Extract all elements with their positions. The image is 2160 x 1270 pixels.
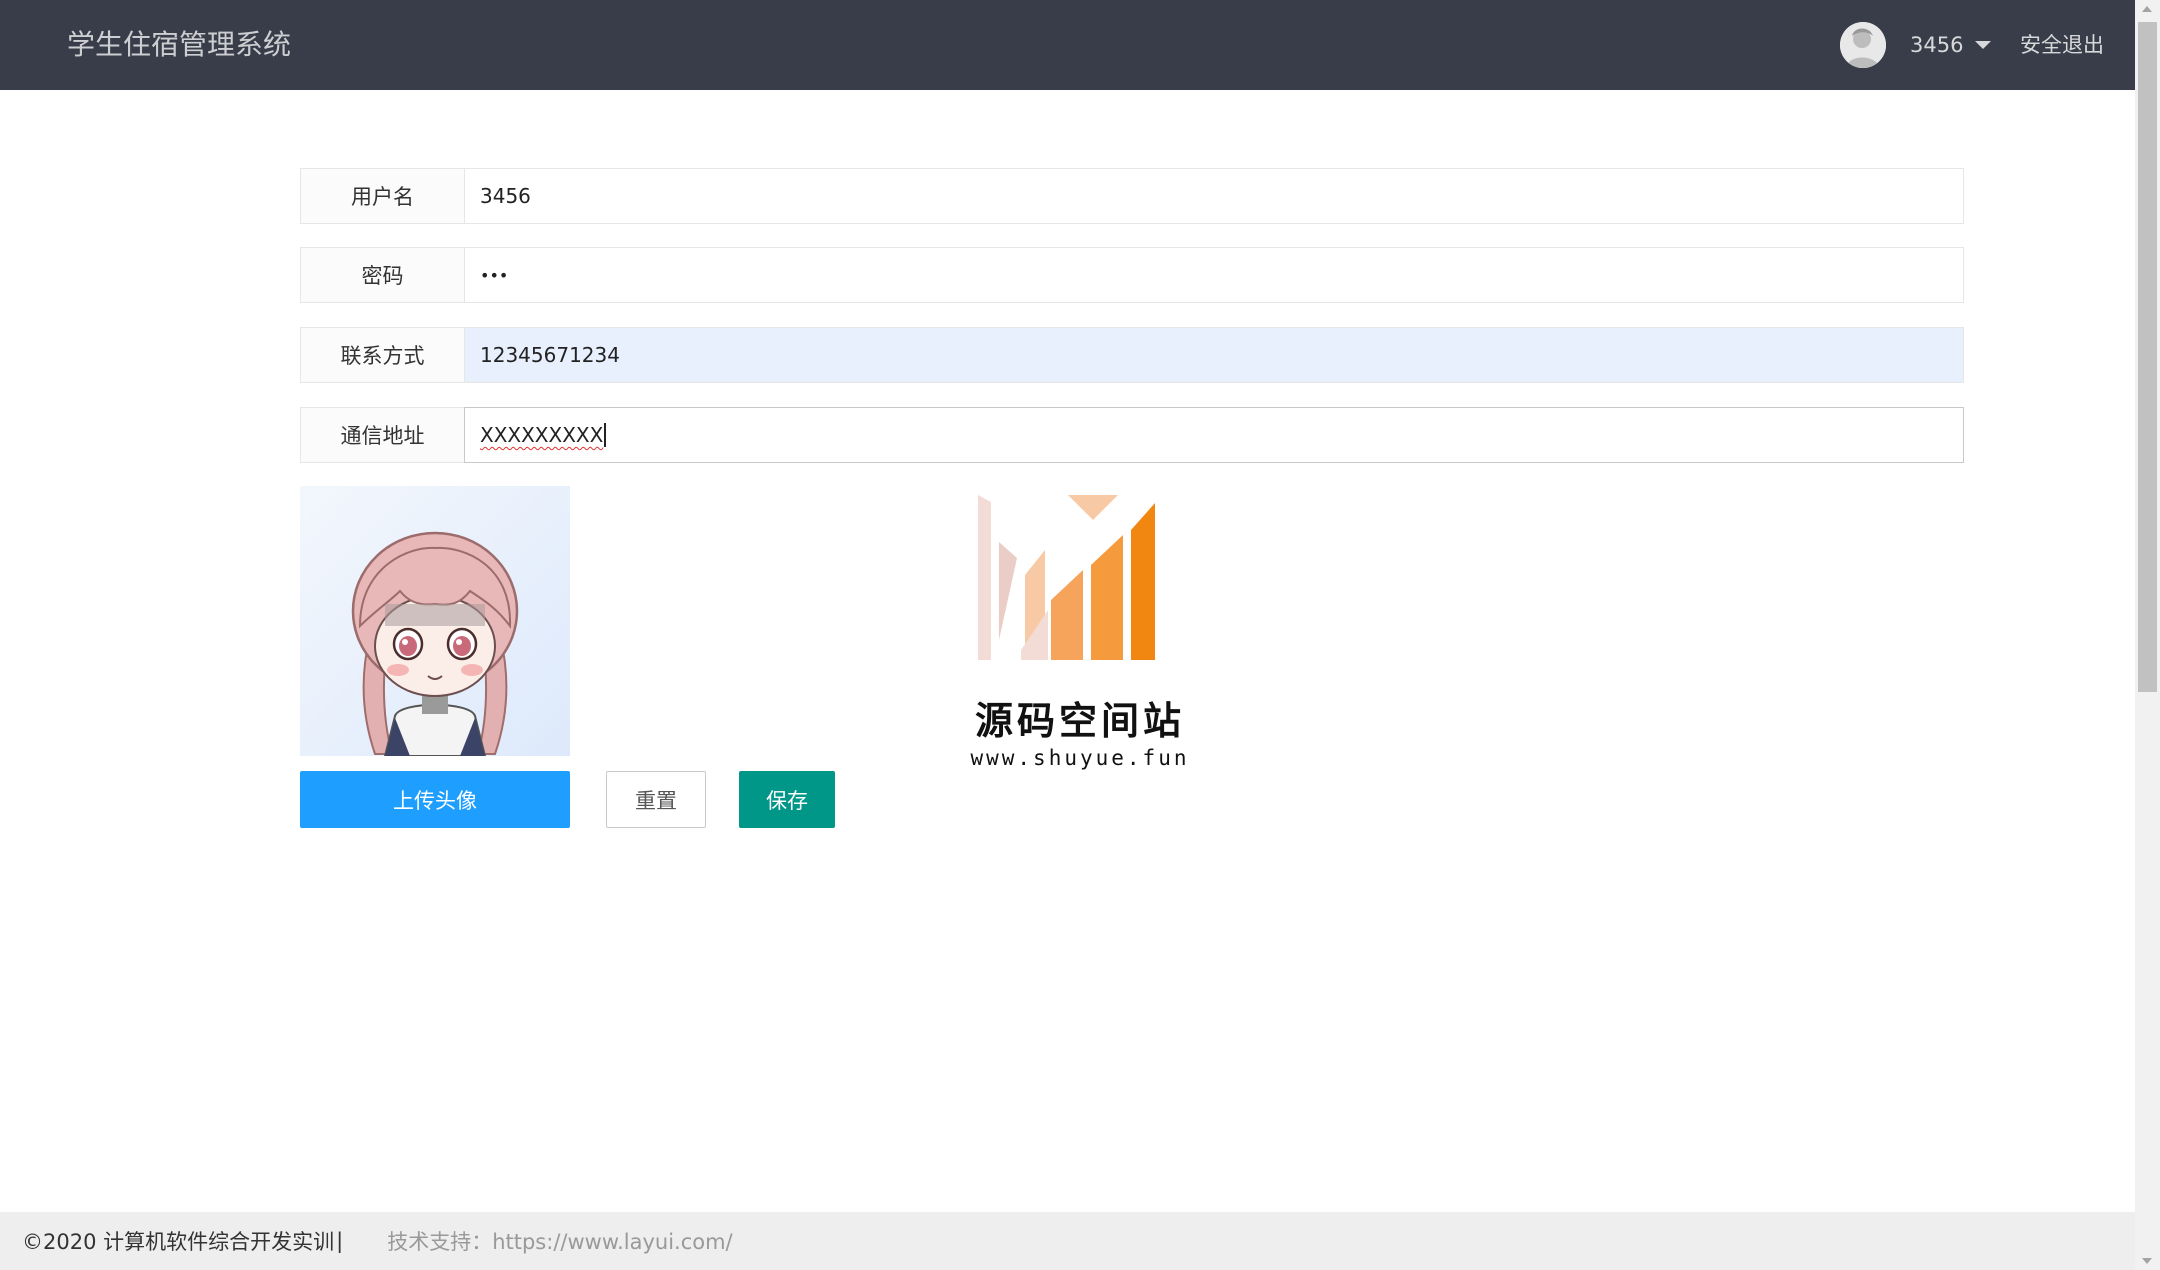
save-button[interactable]: 保存: [739, 771, 835, 828]
username-label: 用户名: [300, 168, 464, 224]
avatar-illustration: [351, 531, 519, 756]
caret-down-icon[interactable]: [1975, 41, 1992, 49]
address-value: XXXXXXXXX: [480, 423, 604, 447]
scroll-up-icon[interactable]: [2142, 6, 2152, 12]
avatar-preview: [300, 486, 570, 756]
address-field[interactable]: XXXXXXXXX: [464, 407, 1964, 463]
password-row: 密码 •••: [300, 247, 1964, 303]
upload-avatar-button[interactable]: 上传头像: [300, 771, 570, 828]
top-header: 学生住宿管理系统 3456 安全退出: [0, 0, 2135, 90]
password-label: 密码: [300, 247, 464, 303]
watermark-logo: [978, 495, 1155, 660]
address-row: 通信地址 XXXXXXXXX: [300, 407, 1964, 463]
text-cursor: [604, 423, 607, 447]
watermark-title: 源码空间站: [974, 699, 1185, 743]
contact-label: 联系方式: [300, 327, 464, 383]
contact-value: 12345671234: [480, 343, 620, 367]
scroll-down-icon[interactable]: [2142, 1258, 2152, 1264]
footer-separator: |: [336, 1229, 344, 1253]
user-menu[interactable]: 3456: [1840, 0, 1992, 90]
footer-support: 技术支持：https://www.layui.com/: [387, 1230, 733, 1254]
user-name[interactable]: 3456: [1910, 33, 1963, 57]
footer-copyright: ©2020 计算机软件综合开发实训: [22, 1230, 335, 1254]
password-value: •••: [480, 265, 509, 285]
watermark-url: www.shuyue.fun: [970, 746, 1190, 770]
contact-field[interactable]: 12345671234: [464, 327, 1964, 383]
contact-row: 联系方式 12345671234: [300, 327, 1964, 383]
app-title[interactable]: 学生住宿管理系统: [67, 0, 291, 90]
scroll-thumb[interactable]: [2138, 22, 2157, 692]
reset-button[interactable]: 重置: [606, 771, 706, 828]
address-label: 通信地址: [300, 407, 464, 463]
page-footer: ©2020 计算机软件综合开发实训 | 技术支持：https://www.lay…: [0, 1212, 2135, 1270]
watermark: 源码空间站 www.shuyue.fun: [955, 490, 1235, 780]
username-value: 3456: [480, 184, 531, 208]
username-field[interactable]: 3456: [464, 168, 1964, 224]
password-field[interactable]: •••: [464, 247, 1964, 303]
page-scrollbar[interactable]: [2135, 0, 2160, 1270]
username-row: 用户名 3456: [300, 168, 1964, 224]
user-avatar-icon[interactable]: [1840, 22, 1886, 68]
logout-link[interactable]: 安全退出: [2020, 0, 2104, 90]
